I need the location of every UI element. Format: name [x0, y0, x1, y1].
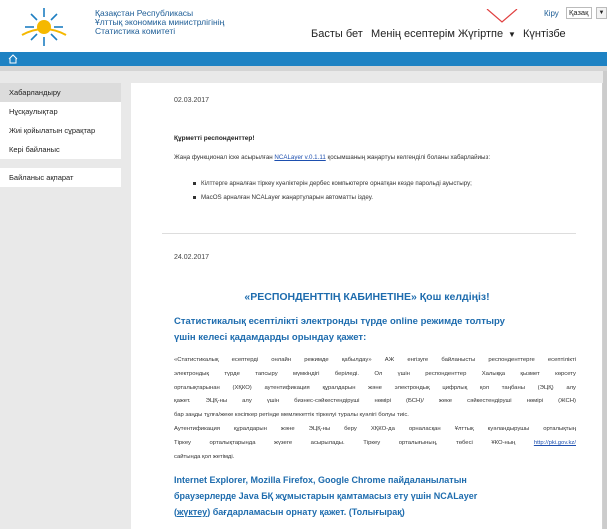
- header-utility: Кіру Қазақ ▼: [0, 7, 607, 23]
- para-line: «Статистикалық есептерді онлайн режимде …: [174, 357, 576, 363]
- intro-text: Жаңа функционал іске асырылған: [174, 154, 273, 161]
- subtitle-line-2: үшін келесі қадамдарды орындау қажет:: [174, 332, 367, 343]
- sidebar-item-faq[interactable]: Жиі қойылатын сұрақтар: [0, 121, 121, 140]
- scrollbar[interactable]: [603, 71, 607, 529]
- heading-text: ) бағдарламасын орнату қажет. (Толығырақ…: [207, 507, 405, 517]
- nav-ticker[interactable]: Жүгіртпе: [458, 28, 503, 40]
- browser-heading-line-3: (жүктеу) бағдарламасын орнату қажет. (То…: [174, 507, 405, 517]
- subtitle-line-1: Статистикалық есептілікті электронды түр…: [174, 316, 505, 327]
- list-item: Кілттерге арналған тіркеу куәліктерін де…: [193, 180, 472, 187]
- nav-calendar[interactable]: Күнтізбе: [523, 28, 566, 40]
- para-line: орталықтарынан (ХҚКО) аутентификация құр…: [174, 384, 576, 391]
- browser-heading-line-1: Internet Explorer, Mozilla Firefox, Goog…: [174, 475, 467, 485]
- nav-my-reports[interactable]: Менің есептерім: [371, 28, 455, 40]
- red-chevron-icon: [486, 9, 518, 23]
- divider: [0, 66, 607, 71]
- para-line: бар заңды тұлға/жеке кәсіпкер ретінде ме…: [174, 412, 409, 419]
- nav-home[interactable]: Басты бет: [311, 28, 363, 40]
- para-line: сайтында қол жетімді.: [174, 453, 235, 460]
- home-bar: [0, 52, 607, 66]
- para-line: Тіркеу орталықтарында жүзеге асырылады. …: [174, 437, 576, 451]
- login-link[interactable]: Кіру: [544, 9, 559, 18]
- list-item: MacOS арналған NCALayer жаңартуларын авт…: [193, 194, 373, 201]
- para-text: Тіркеу орталықтарында жүзеге асырылады. …: [174, 439, 516, 446]
- sidebar-group-contacts: Байланыс ақпарат: [0, 168, 121, 187]
- news-date: 02.03.2017: [174, 97, 210, 104]
- para-line: қажет. ЭЦҚ-ны алу үшін бизнес-сәйкестенд…: [174, 398, 576, 405]
- instructions-paragraph: «Статистикалық есептерді онлайн режимде …: [174, 354, 576, 464]
- sidebar: Хабарландыру Нұсқаулықтар Жиі қойылатын …: [0, 83, 121, 187]
- ncalayer-version-link[interactable]: NCALayer v.0.1.11: [274, 154, 325, 161]
- news-date: 24.02.2017: [174, 254, 210, 261]
- chevron-down-icon[interactable]: ▼: [508, 30, 516, 39]
- pki-link[interactable]: http://pki.gov.kz/: [534, 440, 576, 446]
- home-icon[interactable]: [8, 54, 18, 64]
- sidebar-item-contacts[interactable]: Байланыс ақпарат: [0, 168, 121, 187]
- sidebar-item-announcements[interactable]: Хабарландыру: [0, 83, 121, 102]
- news-separator: [162, 233, 576, 234]
- main-nav: Басты бет Менің есептерім Жүгіртпе ▼ Күн…: [0, 28, 607, 46]
- news-greeting: Құрметті респонденттер!: [174, 135, 255, 142]
- main-content: 02.03.2017 Құрметті респонденттер! Жаңа …: [131, 83, 603, 529]
- news-intro: Жаңа функционал іске асырылған NCALayer …: [174, 154, 490, 161]
- sidebar-group-main: Хабарландыру Нұсқаулықтар Жиі қойылатын …: [0, 83, 121, 159]
- intro-text-end: қосымшаның жаңартуы келгенділі боланы ха…: [327, 154, 491, 161]
- site-header: Қазақстан Республикасы Ұлттық экономика …: [0, 0, 607, 52]
- para-line: Аутентификация құралдарын және ЭЦҚ-ны бе…: [174, 425, 576, 432]
- sidebar-item-instructions[interactable]: Нұсқаулықтар: [0, 102, 121, 121]
- welcome-heading: «РЕСПОНДЕНТТІҢ КАБИНЕТІНЕ» Қош келдіңіз!: [244, 291, 490, 303]
- language-select[interactable]: Қазақ: [566, 7, 592, 19]
- sidebar-item-feedback[interactable]: Кері байланыс: [0, 140, 121, 159]
- chevron-down-icon[interactable]: ▼: [596, 7, 607, 19]
- download-link[interactable]: жүктеу: [177, 507, 207, 517]
- para-line: электрондық түрде тапсыру мүмкіндігі бер…: [174, 370, 576, 377]
- browser-heading-line-2: браузерлерде Java БҚ жұмыстарын қамтамас…: [174, 491, 478, 501]
